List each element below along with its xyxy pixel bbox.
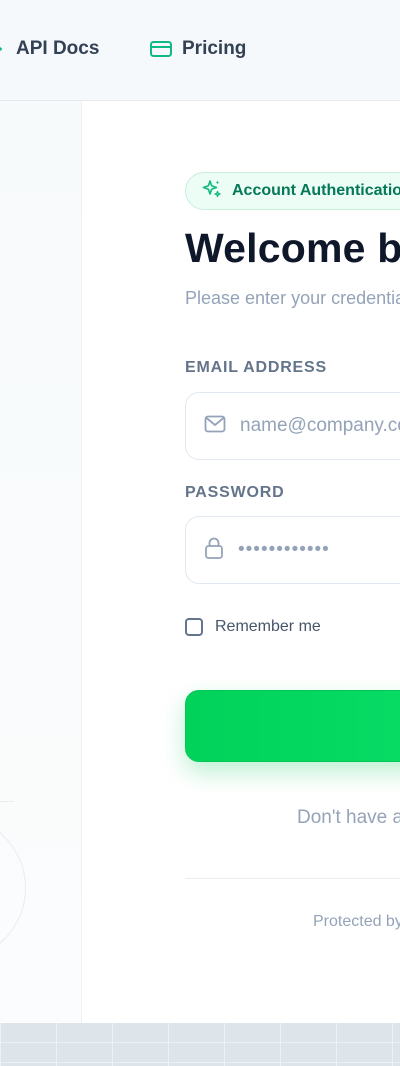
protected-by-text: Protected by (313, 913, 400, 930)
top-nav: API Docs Pricing (0, 0, 400, 101)
chevron-right-icon (0, 42, 6, 56)
email-field[interactable]: name@company.com (185, 392, 400, 460)
footer-pattern (0, 1023, 400, 1066)
page-title: Welcome back (185, 225, 400, 271)
password-label: PASSWORD (185, 484, 285, 501)
email-label: EMAIL ADDRESS (185, 359, 327, 376)
login-form: Account Authentication Welcome back Plea… (82, 101, 400, 1023)
nav-item-api-docs[interactable]: API Docs (0, 36, 99, 62)
credit-card-icon (150, 41, 172, 57)
decorative-circle (0, 815, 26, 961)
password-value: •••••••••••• (238, 539, 330, 560)
side-panel (0, 101, 82, 1023)
email-placeholder: name@company.com (240, 415, 400, 436)
divider (185, 878, 400, 879)
password-field[interactable]: •••••••••••• (185, 516, 400, 584)
sparkles-icon (202, 179, 222, 204)
decorative-divider (0, 801, 14, 802)
nav-item-label: API Docs (16, 38, 100, 59)
mail-icon (204, 415, 226, 438)
sign-in-button[interactable] (185, 690, 400, 762)
page-subtitle: Please enter your credentials (185, 288, 400, 308)
remember-me-checkbox[interactable] (185, 618, 203, 636)
remember-me[interactable]: Remember me (185, 618, 321, 636)
badge-label: Account Authentication (232, 182, 400, 199)
remember-me-label: Remember me (215, 618, 321, 635)
lock-icon (204, 537, 224, 564)
nav-item-label: Pricing (182, 38, 247, 59)
nav-item-pricing[interactable]: Pricing (150, 36, 246, 62)
auth-badge: Account Authentication (185, 172, 400, 210)
signup-prompt: Don't have an account? (297, 807, 400, 828)
